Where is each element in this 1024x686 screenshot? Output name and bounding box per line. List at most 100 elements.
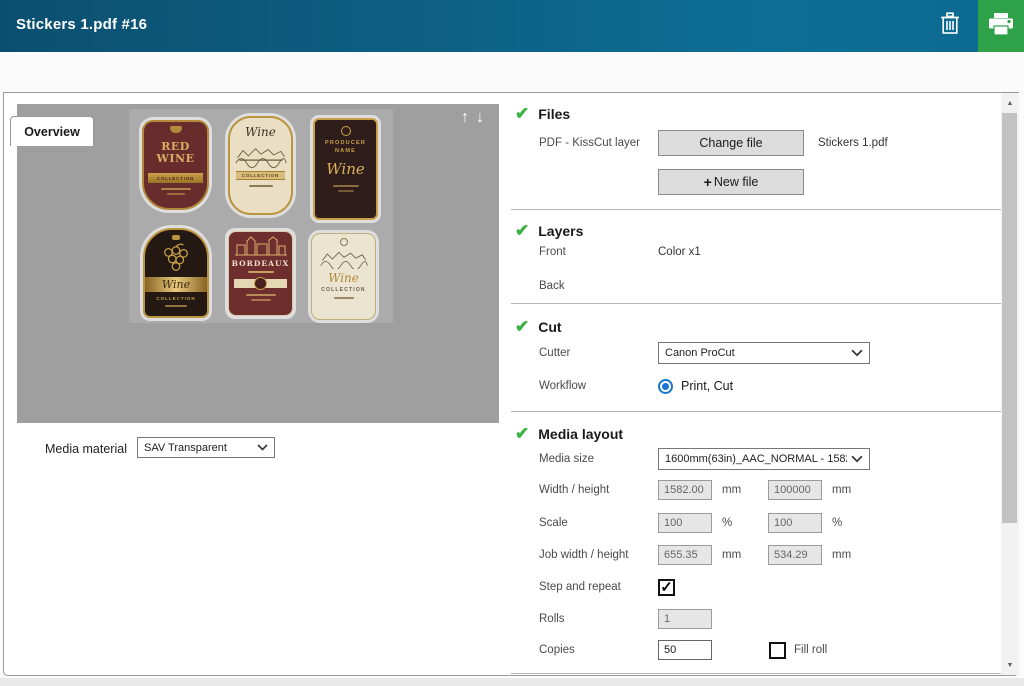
scale-row: Scale % %: [539, 512, 995, 534]
printer-icon: [987, 12, 1015, 41]
tab-overview[interactable]: Overview: [10, 116, 94, 146]
step-repeat-label: Step and repeat: [539, 581, 658, 593]
settings-panel: ✔ Files PDF - KissCut layer Change file …: [511, 93, 1001, 677]
page-up-arrow[interactable]: ↑: [461, 108, 469, 128]
sticker-ribbon: [234, 279, 287, 288]
sticker-band: COLLECTION: [236, 171, 285, 180]
files-section-title: Files: [538, 106, 570, 122]
sticker-crest: [170, 126, 182, 133]
job-title: Stickers 1.pdf #16: [16, 16, 147, 33]
rolls-label: Rolls: [539, 613, 658, 625]
sticker-decor: [167, 193, 185, 195]
layers-check-icon: ✔: [515, 222, 529, 239]
sticker-crest: [341, 126, 351, 136]
plus-icon: +: [704, 176, 712, 188]
file-type-label: PDF - KissCut layer: [539, 137, 658, 149]
media-size-select[interactable]: 1600mm(63in)_AAC_NORMAL - 1582 x 10: [658, 448, 870, 470]
media-layout-check-icon: ✔: [515, 425, 529, 442]
step-repeat-checkbox[interactable]: ✓: [658, 579, 675, 596]
sticker-decor: [165, 305, 187, 307]
rolls-row: Rolls: [539, 608, 995, 630]
media-material-label: Media material: [45, 442, 127, 456]
media-layout-section-title: Media layout: [538, 426, 623, 442]
workflow-row: Workflow Print, Cut: [539, 373, 995, 399]
sticker-decor: [248, 271, 274, 273]
media-size-row: Media size 1600mm(63in)_AAC_NORMAL - 158…: [539, 446, 995, 472]
unit-mm: mm: [722, 549, 750, 561]
files-check-icon: ✔: [515, 105, 529, 122]
panel-scrollbar[interactable]: ▲ ▼: [1001, 93, 1019, 675]
section-divider: [511, 303, 1001, 304]
media-material-select[interactable]: SAV Transparent: [137, 437, 275, 458]
scrollbar-thumb[interactable]: [1002, 113, 1017, 523]
chateau-sketch: [233, 235, 289, 257]
sticker-decor: [334, 297, 354, 299]
sticker-wine-collection-light: Wine COLLECTION: [308, 230, 379, 323]
sticker-title: Wine: [326, 160, 365, 178]
check-mark-icon: ✓: [660, 581, 673, 594]
sticker-title: Wine: [145, 277, 207, 292]
workflow-value: Print, Cut: [681, 379, 733, 393]
cutter-label: Cutter: [539, 347, 658, 359]
scale-x-input: [658, 513, 712, 533]
new-file-label: New file: [714, 175, 758, 189]
copies-input[interactable]: [658, 640, 712, 660]
sticker-wine-grapes-dark: Wine COLLECTION: [140, 225, 212, 321]
sticker-title: Wine: [245, 125, 276, 139]
media-material-value: SAV Transparent: [144, 442, 253, 454]
section-divider: [511, 411, 1001, 412]
grapes-sketch: [156, 243, 196, 275]
sticker-title: BORDEAUX: [232, 259, 290, 268]
sticker-crest: [340, 238, 348, 246]
files-row-change: PDF - KissCut layer Change file Stickers…: [539, 130, 995, 156]
scroll-up-arrow[interactable]: ▲: [1001, 95, 1019, 111]
sticker-decor: [161, 188, 191, 190]
change-file-button[interactable]: Change file: [658, 130, 804, 156]
fill-roll-label: Fill roll: [794, 644, 827, 656]
scroll-down-arrow[interactable]: ▼: [1001, 657, 1019, 673]
new-file-button[interactable]: + New file: [658, 169, 804, 195]
section-divider: [511, 209, 1001, 210]
unit-mm: mm: [722, 484, 750, 496]
sticker-decor: [249, 185, 273, 187]
chevron-down-icon: [851, 349, 863, 357]
window-bottom-edge: [0, 678, 1024, 686]
media-layout-section-header: ✔ Media layout: [515, 425, 623, 442]
unit-percent: %: [722, 517, 750, 529]
cut-section-header: ✔ Cut: [515, 318, 562, 335]
sticker-line: PRODUCER: [325, 140, 366, 146]
delete-job-button[interactable]: [928, 0, 972, 52]
fill-roll-checkbox[interactable]: [769, 642, 786, 659]
sticker-decor: [251, 299, 271, 301]
sticker-decor: [333, 185, 359, 187]
tab-strip: Overview Files Layers Cut Media layout P…: [0, 52, 1024, 92]
sticker-band: COLLECTION: [321, 287, 366, 293]
sticker-bordeaux: BORDEAUX: [225, 228, 296, 319]
cut-check-icon: ✔: [515, 318, 529, 335]
cutter-select[interactable]: Canon ProCut: [658, 342, 870, 364]
width-height-label: Width / height: [539, 484, 658, 496]
sticker-title: Wine: [328, 271, 359, 285]
sticker-producer-name: PRODUCER NAME Wine: [310, 115, 381, 223]
grape-medallion: [254, 277, 267, 290]
overview-panel: RED WINE COLLECTION Wine COLLECTION: [3, 92, 1019, 676]
sticker-band: COLLECTION: [148, 173, 202, 183]
cutter-value: Canon ProCut: [665, 347, 847, 359]
front-label: Front: [539, 246, 658, 258]
layers-section-title: Layers: [538, 223, 583, 239]
unit-mm: mm: [832, 484, 860, 496]
page-down-arrow[interactable]: ↓: [476, 108, 484, 128]
workflow-radio-print-cut[interactable]: [658, 379, 673, 394]
job-width-input: [658, 545, 712, 565]
media-height-input: [768, 480, 822, 500]
back-label: Back: [539, 280, 658, 292]
workflow-label: Workflow: [539, 380, 658, 392]
width-height-row: Width / height mm mm: [539, 479, 995, 501]
job-preview-image: RED WINE COLLECTION Wine COLLECTION: [129, 109, 393, 323]
cutter-row: Cutter Canon ProCut: [539, 340, 995, 366]
scale-label: Scale: [539, 517, 658, 529]
front-value: Color x1: [658, 246, 701, 258]
files-row-new: + New file: [539, 169, 995, 195]
print-button[interactable]: [978, 0, 1024, 52]
change-file-label: Change file: [699, 136, 762, 150]
